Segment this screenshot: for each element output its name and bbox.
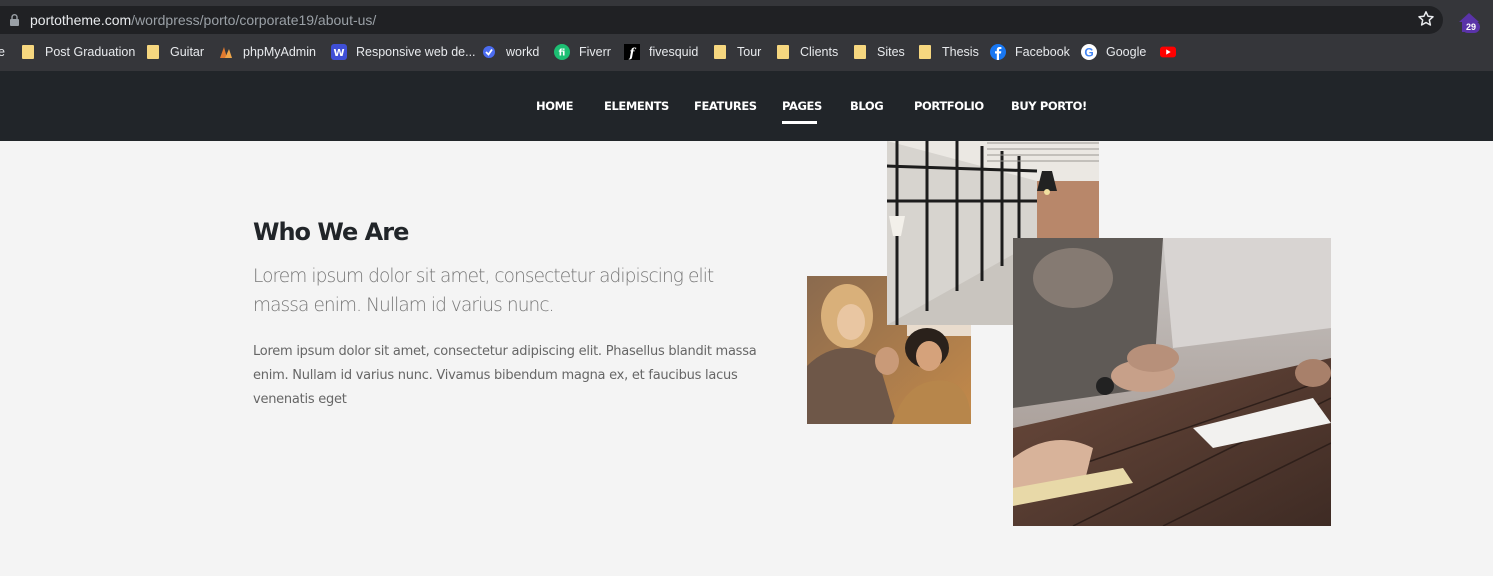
bookmark-clients[interactable]: Clients (775, 40, 838, 64)
bookmark-tour[interactable]: Tour (712, 40, 761, 64)
folder-icon (20, 44, 36, 60)
extension-badge: 29 (1462, 21, 1480, 33)
nav-features[interactable]: FEATURES (694, 99, 757, 113)
fiverr-icon: fi (554, 44, 570, 60)
nav-blog[interactable]: BLOG (850, 99, 884, 113)
bookmark-sites[interactable]: Sites (852, 40, 905, 64)
google-icon: G (1081, 44, 1097, 60)
url-path: /wordpress/porto/corporate19/about-us/ (131, 12, 377, 28)
bookmark-fiverr[interactable]: fi Fiverr (554, 40, 611, 64)
bookmark-post-graduation[interactable]: Post Graduation (20, 40, 135, 64)
bookmark-guitar[interactable]: Guitar (145, 40, 204, 64)
bookmark-label: Sites (877, 45, 905, 59)
bookmark-youtube[interactable] (1160, 40, 1185, 64)
folder-icon (712, 44, 728, 60)
folder-icon (852, 44, 868, 60)
bookmark-fivesquid[interactable]: f fivesquid (624, 40, 698, 64)
facebook-icon (990, 44, 1006, 60)
body-paragraph: Lorem ipsum dolor sit amet, consectetur … (253, 344, 757, 407)
nav-buy-porto[interactable]: BUY PORTO! (1011, 99, 1087, 113)
address-bar[interactable]: portotheme.com/wordpress/porto/corporate… (0, 6, 1443, 34)
url-text[interactable]: portotheme.com/wordpress/porto/corporate… (30, 12, 376, 28)
bookmark-label: Facebook (1015, 45, 1070, 59)
bookmark-label: Guitar (170, 45, 205, 59)
bookmark-label: workd (506, 45, 540, 59)
url-host: portotheme.com (30, 12, 132, 28)
svg-text:fi: fi (559, 49, 566, 59)
youtube-icon (1160, 44, 1176, 60)
active-nav-indicator (782, 121, 817, 124)
bookmark-label: Google (1106, 45, 1147, 59)
bookmark-workd[interactable]: workd (481, 40, 539, 64)
workd-icon (481, 44, 497, 60)
bookmark-phpmyadmin[interactable]: phpMyAdmin (218, 40, 316, 64)
lock-icon (10, 14, 19, 26)
bookmarks-bar: e Post Graduation Guitar phpMyAdmin W Re… (0, 40, 1493, 64)
nav-portfolio[interactable]: PORTFOLIO (914, 99, 984, 113)
phpmyadmin-icon (218, 44, 234, 60)
bookmark-label: Fiverr (579, 45, 611, 59)
browser-toolbar: portotheme.com/wordpress/porto/corporate… (0, 0, 1493, 71)
bookmark-label: Responsive web de... (356, 45, 476, 59)
nav-home[interactable]: HOME (536, 99, 574, 113)
meeting-photo (1013, 238, 1331, 526)
w-icon: W (331, 44, 347, 60)
heading-light: Who (253, 218, 311, 246)
bookmark-label: phpMyAdmin (243, 45, 316, 59)
bookmark-label: fivesquid (649, 45, 699, 59)
fivesquid-icon: f (624, 44, 640, 60)
bookmark-label: Thesis (942, 45, 979, 59)
folder-icon (917, 44, 933, 60)
svg-text:W: W (333, 48, 344, 59)
folder-icon (775, 44, 791, 60)
svg-text:G: G (1084, 46, 1093, 60)
bookmark-star-icon[interactable] (1417, 10, 1435, 28)
bookmark-google[interactable]: G Google (1081, 40, 1146, 64)
bookmark-thesis[interactable]: Thesis (917, 40, 979, 64)
main-navigation: HOME ELEMENTS FEATURES PAGES BLOG PORTFO… (0, 71, 1493, 141)
nav-elements[interactable]: ELEMENTS (604, 99, 669, 113)
bookmark-facebook[interactable]: Facebook (990, 40, 1070, 64)
section-heading: Who We Are (253, 218, 409, 246)
bookmark-responsive-web-design[interactable]: W Responsive web de... (331, 40, 476, 64)
bookmark-label: Post Graduation (45, 45, 136, 59)
lead-paragraph: Lorem ipsum dolor sit amet, consectetur … (253, 266, 714, 316)
nav-pages[interactable]: PAGES (782, 99, 822, 113)
heading-bold: We Are (317, 218, 409, 246)
bookmark-cut-label: e (0, 45, 5, 59)
bookmark-label: Tour (737, 45, 762, 59)
folder-icon (145, 44, 161, 60)
bookmark-label: Clients (800, 45, 839, 59)
